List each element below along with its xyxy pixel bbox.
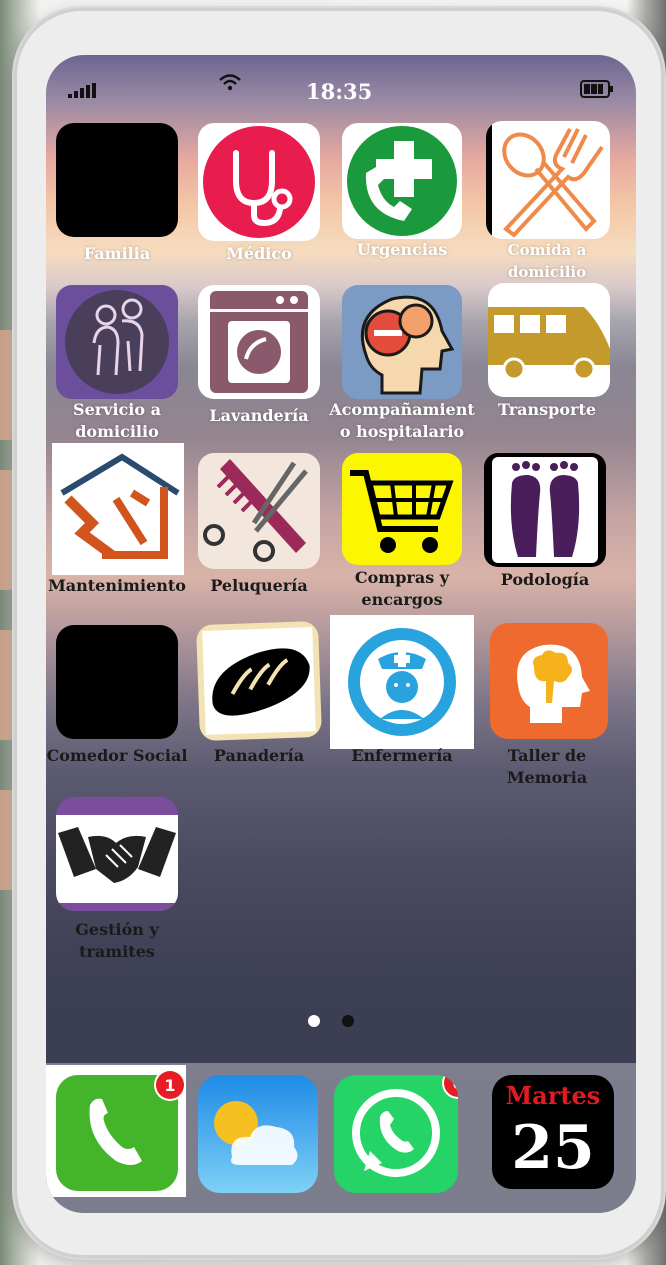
app-label-gestion: Gestión y tramites	[75, 920, 159, 961]
app-label-mantenimiento: Mantenimiento	[48, 576, 186, 595]
home-screen: 18:35 Familia Médico Urgencias Comida a …	[46, 55, 636, 1213]
nurse-icon[interactable]	[330, 615, 474, 749]
scissors-comb-icon[interactable]	[198, 453, 320, 569]
house-tools-icon[interactable]	[52, 443, 184, 575]
whatsapp-app[interactable]: 6	[334, 1075, 458, 1193]
calendar-day-number: 25	[511, 1113, 595, 1183]
status-bar: 18:35	[46, 55, 636, 127]
calendar-day-name: Martes	[505, 1081, 601, 1110]
family-icon[interactable]	[56, 123, 178, 237]
page-dot[interactable]	[342, 1015, 354, 1027]
app-label-compras: Compras y encargos	[354, 568, 450, 609]
page-dot-active[interactable]	[308, 1015, 320, 1027]
handshake-icon[interactable]	[56, 797, 178, 911]
brain-head-icon[interactable]	[490, 623, 608, 739]
battery-icon	[580, 80, 613, 98]
calendar-icon[interactable]: Martes 25	[492, 1075, 614, 1189]
phone-badge: 1	[156, 1071, 184, 1099]
stethoscope-icon[interactable]	[198, 123, 320, 241]
wifi-icon	[219, 74, 241, 91]
head-chat-icon[interactable]	[342, 285, 462, 399]
app-label-lavanderia: Lavandería	[209, 406, 309, 425]
minibus-icon[interactable]	[488, 283, 610, 397]
fork-spoon-icon[interactable]	[486, 121, 610, 239]
app-label-acompanamiento: Acompañamiento hospitalario	[329, 400, 475, 441]
emergency-phone-icon[interactable]	[342, 123, 462, 239]
dock: 1 6 Martes 25	[46, 1063, 636, 1213]
page-indicator[interactable]	[308, 1015, 354, 1027]
whatsapp-icon	[352, 1089, 440, 1177]
shopping-cart-icon[interactable]	[342, 453, 462, 565]
caregiver-icon[interactable]	[56, 285, 178, 399]
app-label-servicio: Servicio a domicilio	[73, 400, 161, 441]
app-label-panaderia: Panadería	[213, 746, 305, 765]
app-label-enfermeria: Enfermería	[351, 746, 453, 765]
status-time: 18:35	[306, 79, 373, 104]
app-label-transporte: Transporte	[497, 400, 597, 419]
weather-icon[interactable]	[198, 1075, 318, 1193]
app-label-medico: Médico	[226, 244, 292, 263]
app-label-taller: Taller de Memoria	[506, 746, 588, 787]
app-label-peluqueria: Peluquería	[210, 576, 308, 595]
app-label-podologia: Podología	[500, 570, 590, 589]
bread-icon[interactable]	[196, 620, 322, 742]
app-label-urgencias: Urgencias	[356, 240, 448, 259]
washing-machine-icon[interactable]	[198, 285, 320, 399]
footprints-icon[interactable]	[484, 453, 606, 567]
phone-app[interactable]: 1	[46, 1065, 186, 1197]
app-label-comedor: Comedor Social	[46, 746, 188, 765]
signal-bars-icon	[68, 83, 96, 98]
app-label-familia: Familia	[83, 244, 151, 263]
dining-icon[interactable]	[56, 625, 178, 739]
app-label-comida: Comida a domicilio	[507, 241, 587, 281]
